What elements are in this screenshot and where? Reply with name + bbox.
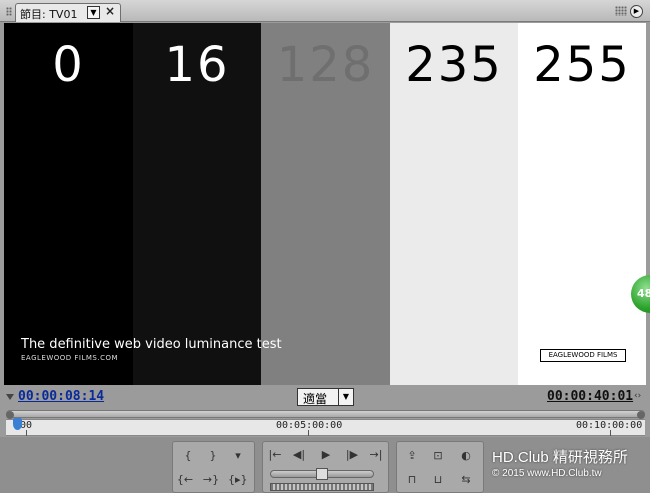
ruler-tick — [610, 430, 611, 436]
time-ruler[interactable]: :00 00:05:00:00 00:10:00:00 — [6, 409, 645, 437]
luminance-bar-0: 0 — [4, 23, 133, 385]
mark-in-button[interactable]: { — [179, 447, 197, 465]
scrollbar-right-handle[interactable] — [637, 411, 645, 419]
tab-program-monitor[interactable]: 節目: TV01 ▼ × — [15, 3, 121, 22]
output-button[interactable]: ◐ — [457, 447, 475, 465]
shuttle-slider[interactable] — [270, 468, 374, 480]
luminance-bar-235: 235 — [390, 23, 518, 385]
tab-title: 節目: TV01 — [20, 8, 78, 21]
step-forward-button[interactable]: |▶ — [343, 446, 361, 464]
zoom-fit-value: 適當 — [303, 392, 328, 406]
step-back-button[interactable]: ◀| — [290, 446, 308, 464]
watermark: HD.Club 精研視務所 © 2015 www.HD.Club.tw — [492, 446, 628, 479]
timecode-row: 00:00:08:14 適當 ▼ 00:00:40:01 ‹› — [0, 385, 650, 409]
add-marker-button[interactable]: ▾ — [229, 447, 247, 465]
play-button[interactable]: ▶ — [317, 446, 335, 464]
bar-label: 128 — [276, 37, 375, 93]
trim-button[interactable]: ⇆ — [457, 471, 475, 489]
duration-timecode[interactable]: 00:00:40:01 — [547, 389, 633, 404]
ruler-label-5min: 00:05:00:00 — [276, 420, 343, 431]
jog-wheel[interactable] — [270, 483, 374, 491]
step-back-to-start-button[interactable]: |← — [266, 446, 284, 464]
collapse-triangle-icon[interactable] — [6, 394, 14, 400]
panel-grip-icon[interactable] — [615, 6, 627, 16]
mark-out-button[interactable]: } — [204, 447, 222, 465]
time-strip[interactable]: :00 00:05:00:00 00:10:00:00 — [6, 419, 645, 436]
extract-button[interactable]: ⊔ — [429, 471, 447, 489]
resize-handle-icon[interactable]: ‹› — [634, 391, 641, 401]
close-tab-icon[interactable]: × — [105, 4, 115, 18]
video-caption: The definitive web video luminance test — [21, 337, 282, 352]
chevron-down-icon: ▼ — [338, 389, 353, 405]
eaglewood-logo-box: EAGLEWOOD FILMS — [540, 349, 626, 362]
bar-label: 16 — [164, 37, 230, 93]
watermark-line1: HD.Club 精研視務所 — [492, 449, 628, 466]
bar-label: 255 — [533, 37, 631, 93]
panel-menu-button[interactable]: ▶ — [630, 5, 643, 18]
luminance-bar-128: 128 — [261, 23, 390, 385]
playback-group: |← ◀| ▶ |▶ →| — [262, 441, 389, 493]
transport-controls: { } ▾ {← →} {▸} |← ◀| ▶ |▶ →| ⇪ ⊡ ◐ ⊓ ⊔ … — [0, 437, 650, 493]
zoom-fit-select[interactable]: 適當 ▼ — [297, 388, 354, 406]
go-to-in-button[interactable]: {← — [176, 471, 194, 489]
video-caption-sub: EAGLEWOOD FILMS.COM — [21, 354, 119, 362]
edit-group: ⇪ ⊡ ◐ ⊓ ⊔ ⇆ — [396, 441, 484, 493]
safe-margins-button[interactable]: ⊡ — [429, 447, 447, 465]
drag-grip-icon[interactable] — [6, 7, 12, 16]
watermark-line2: © 2015 www.HD.Club.tw — [492, 468, 602, 479]
marker-group: { } ▾ {← →} {▸} — [172, 441, 255, 493]
bar-label: 235 — [405, 37, 503, 93]
lift-edit-button[interactable]: ⊓ — [403, 471, 421, 489]
bar-label: 0 — [52, 37, 85, 93]
step-forward-to-end-button[interactable]: →| — [367, 446, 385, 464]
ruler-tick — [26, 430, 27, 436]
sequence-dropdown-button[interactable]: ▼ — [87, 6, 100, 19]
luminance-bar-255: 255 — [518, 23, 646, 385]
shuttle-knob[interactable] — [316, 468, 328, 480]
current-timecode[interactable]: 00:00:08:14 — [18, 389, 104, 404]
luminance-bar-16: 16 — [133, 23, 261, 385]
lift-button[interactable]: ⇪ — [403, 447, 421, 465]
play-in-to-out-button[interactable]: {▸} — [228, 471, 248, 489]
panel-title-bar: 節目: TV01 ▼ × ▶ — [0, 0, 650, 22]
ruler-tick — [308, 430, 309, 436]
go-to-out-button[interactable]: →} — [202, 471, 220, 489]
program-video-frame[interactable]: 0 16 128 235 255 The definitive web vide… — [4, 23, 646, 385]
playhead-icon[interactable] — [13, 418, 22, 430]
zoom-scrollbar[interactable] — [6, 410, 645, 419]
